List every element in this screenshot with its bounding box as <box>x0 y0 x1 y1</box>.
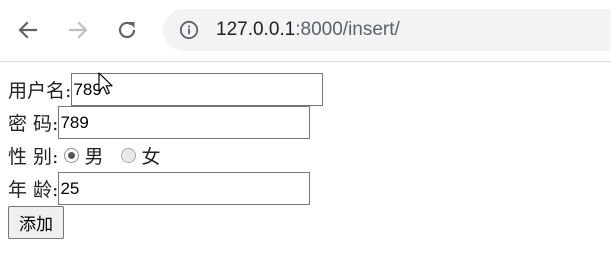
arrow-left-icon <box>18 21 38 39</box>
gender-label: 性 别: <box>8 146 59 168</box>
info-icon[interactable] <box>179 20 199 40</box>
arrow-right-icon <box>68 21 88 39</box>
username-label: 用户名: <box>8 80 72 102</box>
url-path: :8000/insert/ <box>295 19 400 40</box>
mouse-cursor-icon <box>98 72 113 95</box>
submit-row: 添加 <box>8 205 323 239</box>
address-bar[interactable]: 127.0.0.1:8000/insert/ <box>163 9 611 51</box>
browser-toolbar: 127.0.0.1:8000/insert/ <box>0 0 611 62</box>
gender-male-label[interactable]: 男 <box>84 142 103 169</box>
age-label: 年 龄: <box>8 179 59 201</box>
password-label: 密 码: <box>8 113 59 135</box>
back-button[interactable] <box>13 15 43 45</box>
url-text[interactable]: 127.0.0.1:8000/insert/ <box>216 18 400 42</box>
url-host: 127.0.0.1 <box>216 19 296 40</box>
age-row: 年 龄: <box>8 172 323 205</box>
reload-button[interactable] <box>112 15 142 45</box>
gender-female-label[interactable]: 女 <box>141 142 160 169</box>
gender-row: 性 别: 男 女 <box>8 139 323 172</box>
age-input[interactable] <box>58 172 311 205</box>
gender-male-radio[interactable] <box>64 148 80 163</box>
forward-button[interactable] <box>63 15 93 45</box>
insert-form: 用户名: 密 码: 性 别: 男 女 年 龄: 添加 <box>8 73 324 239</box>
gender-female-radio[interactable] <box>121 148 137 163</box>
username-row: 用户名: <box>8 73 324 106</box>
password-input[interactable] <box>58 106 311 139</box>
password-row: 密 码: <box>8 106 323 139</box>
gender-radio-group: 男 女 <box>58 142 172 169</box>
reload-icon <box>118 21 136 39</box>
add-button[interactable]: 添加 <box>8 206 64 239</box>
